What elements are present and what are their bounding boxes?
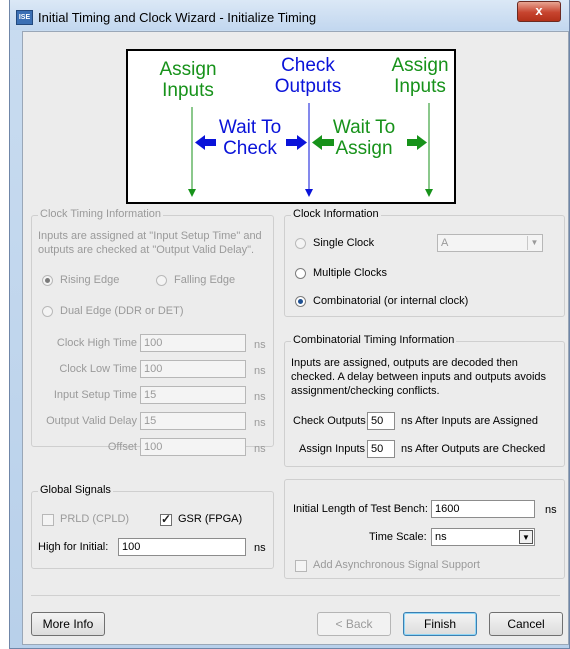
wizard-body: Assign Inputs Check Outputs Assign Input… [22, 31, 569, 645]
combinatorial-label: Combinatorial (or internal clock) [313, 295, 469, 307]
clock-high-time-field[interactable]: 100 [140, 334, 246, 352]
input-setup-time-unit: ns [254, 391, 266, 403]
rising-edge-label: Rising Edge [60, 274, 120, 286]
chevron-down-icon: ▼ [527, 236, 541, 250]
initial-length-unit: ns [545, 504, 557, 516]
assign-inputs-field[interactable]: 50 [367, 440, 395, 458]
more-info-button[interactable]: More Info [31, 612, 105, 636]
prld-label: PRLD (CPLD) [60, 513, 130, 525]
timing-diagram: Assign Inputs Check Outputs Assign Input… [126, 49, 456, 204]
offset-label: Offset [107, 441, 137, 453]
back-button[interactable]: < Back [317, 612, 391, 636]
chevron-down-icon: ▼ [519, 530, 533, 544]
gsr-checkbox[interactable] [160, 512, 172, 526]
high-for-initial-field[interactable]: 100 [118, 538, 246, 556]
comb-timing-group: Combinatorial Timing Information Inputs … [284, 334, 565, 467]
cancel-button[interactable]: Cancel [489, 612, 563, 636]
output-valid-delay-label: Output Valid Delay [46, 415, 137, 427]
multiple-clocks-label: Multiple Clocks [313, 267, 387, 279]
app-icon: ISE [16, 10, 33, 25]
test-bench-group: Initial Length of Test Bench: 1600 ns Ti… [284, 479, 565, 579]
diagram-arrows [188, 103, 433, 197]
comb-timing-description: Inputs are assigned, outputs are decoded… [291, 357, 547, 397]
clock-high-time-label: Clock High Time [56, 337, 137, 349]
initial-length-field[interactable]: 1600 [431, 500, 535, 518]
assign-inputs-after: ns After Outputs are Checked [401, 443, 546, 455]
wizard-window: ISE Initial Timing and Clock Wizard - In… [9, 0, 570, 649]
dual-edge-label: Dual Edge (DDR or DET) [60, 305, 184, 317]
clock-high-time-unit: ns [254, 339, 266, 351]
clock-timing-description: Inputs are assigned at "Input Setup Time… [38, 230, 262, 256]
clock-info-group: Clock Information Single Clock A ▼ Multi… [284, 208, 565, 317]
dual-edge-radio[interactable] [42, 306, 53, 317]
input-setup-time-label: Input Setup Time [53, 389, 137, 401]
global-signals-legend: Global Signals [38, 484, 113, 496]
assign-inputs-label: Assign Inputs [299, 443, 366, 455]
clock-timing-legend: Clock Timing Information [38, 208, 164, 220]
single-clock-dropdown[interactable]: A ▼ [437, 234, 543, 252]
offset-field[interactable]: 100 [140, 438, 246, 456]
prld-checkbox[interactable] [42, 514, 54, 526]
output-valid-delay-field[interactable]: 15 [140, 412, 246, 430]
time-scale-dropdown[interactable]: ns ▼ [431, 528, 535, 546]
initial-length-label: Initial Length of Test Bench: [293, 503, 428, 515]
divider [31, 595, 560, 596]
high-for-initial-unit: ns [254, 542, 266, 554]
title-bar[interactable]: ISE Initial Timing and Clock Wizard - In… [10, 0, 569, 30]
check-outputs-label: Check Outputs [293, 415, 366, 427]
single-clock-label: Single Clock [313, 237, 375, 249]
clock-low-time-label: Clock Low Time [59, 363, 137, 375]
time-scale-label: Time Scale: [369, 531, 427, 543]
comb-timing-legend: Combinatorial Timing Information [291, 334, 457, 346]
offset-unit: ns [254, 443, 266, 455]
falling-edge-label: Falling Edge [174, 274, 236, 286]
single-clock-radio[interactable] [295, 238, 306, 249]
clock-low-time-unit: ns [254, 365, 266, 377]
clock-info-legend: Clock Information [291, 208, 381, 220]
check-outputs-after: ns After Inputs are Assigned [401, 415, 538, 427]
window-title: Initial Timing and Clock Wizard - Initia… [38, 10, 317, 25]
gsr-label: GSR (FPGA) [178, 513, 243, 525]
check-outputs-field[interactable]: 50 [367, 412, 395, 430]
input-setup-time-field[interactable]: 15 [140, 386, 246, 404]
falling-edge-radio[interactable] [156, 275, 167, 286]
close-button[interactable]: x [517, 1, 561, 22]
clock-low-time-field[interactable]: 100 [140, 360, 246, 378]
async-signal-label: Add Asynchronous Signal Support [313, 559, 480, 571]
single-clock-value: A [441, 237, 449, 249]
finish-button[interactable]: Finish [403, 612, 477, 636]
time-scale-value: ns [435, 531, 447, 543]
rising-edge-radio[interactable] [42, 275, 53, 286]
async-signal-checkbox[interactable] [295, 560, 307, 572]
global-signals-group: Global Signals PRLD (CPLD) GSR (FPGA) Hi… [31, 484, 274, 569]
output-valid-delay-unit: ns [254, 417, 266, 429]
multiple-clocks-radio[interactable] [295, 268, 306, 279]
close-icon: x [535, 3, 543, 18]
high-for-initial-label: High for Initial: [38, 541, 109, 553]
clock-timing-group: Clock Timing Information Inputs are assi… [31, 208, 274, 456]
combinatorial-radio[interactable] [295, 296, 306, 307]
